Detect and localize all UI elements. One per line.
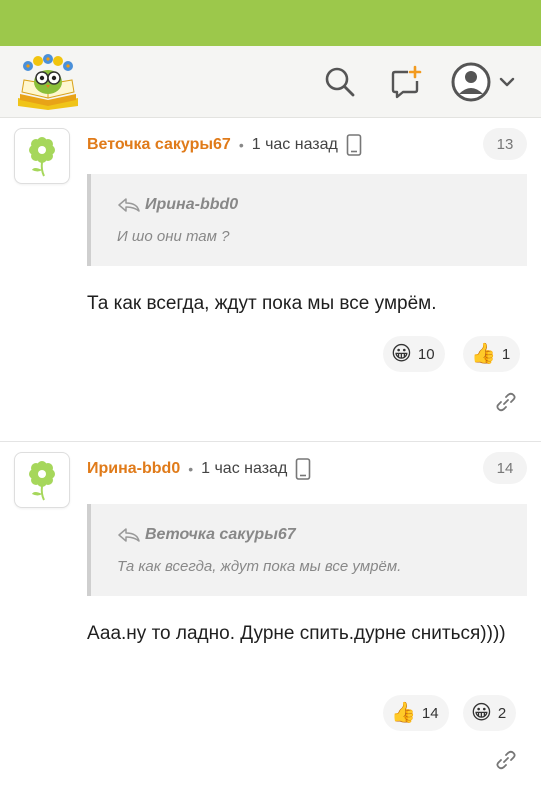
separator-dot: • — [188, 461, 194, 477]
smile-emoji-icon: 😀 — [391, 343, 412, 365]
flower-avatar-icon — [29, 461, 55, 501]
comment-time: 1 час назад — [201, 460, 288, 477]
quote-block: Ирина-bbd0 И шо они там ? — [87, 174, 527, 266]
comment-meta: Веточка сакуры67 • 1 час назад — [87, 132, 362, 158]
comment-time: 1 час назад — [251, 136, 338, 153]
link-icon[interactable] — [493, 389, 519, 415]
smile-emoji-icon: 😀 — [471, 702, 492, 724]
reaction-smile-button[interactable]: 😀 2 — [463, 695, 517, 731]
comment-text: Та как всегда, ждут пока мы все умрём. — [87, 293, 437, 314]
separator-dot: • — [238, 137, 244, 153]
flower-avatar-icon — [29, 137, 55, 177]
author-name[interactable]: Веточка сакуры67 — [87, 136, 231, 154]
comment: Ирина-bbd0 • 1 час назад 14 Веточка саку… — [0, 441, 541, 800]
quote-author[interactable]: Ирина-bbd0 — [117, 196, 238, 214]
reaction-count: 1 — [501, 345, 511, 363]
quote-block: Веточка сакуры67 Та как всегда, ждут пок… — [87, 504, 527, 596]
quote-author[interactable]: Веточка сакуры67 — [117, 526, 296, 544]
user-avatar-icon — [451, 62, 491, 102]
reply-arrow-icon — [118, 198, 140, 212]
reaction-count: 14 — [421, 704, 439, 722]
author-name[interactable]: Ирина-bbd0 — [87, 460, 180, 478]
top-status-bar — [0, 0, 541, 46]
search-icon[interactable] — [320, 62, 360, 102]
mobile-device-icon — [295, 458, 311, 480]
quote-author-name: Веточка сакуры67 — [145, 526, 296, 543]
reaction-like-button[interactable]: 👍 1 — [463, 336, 521, 372]
quote-text: И шо они там ? — [117, 228, 230, 245]
comment-meta: Ирина-bbd0 • 1 час назад — [87, 456, 311, 482]
comment-number[interactable]: 13 — [483, 128, 527, 160]
book-owl-logo-icon[interactable] — [14, 54, 82, 110]
reaction-smile-button[interactable]: 😀 10 — [383, 336, 445, 372]
mobile-device-icon — [346, 134, 362, 156]
reply-arrow-icon — [118, 528, 140, 542]
comment: Веточка сакуры67 • 1 час назад 13 Ирина-… — [0, 118, 541, 440]
site-header — [0, 46, 541, 118]
thumbs-up-icon: 👍 — [471, 343, 496, 365]
add-post-icon[interactable] — [386, 62, 426, 102]
thumbs-up-icon: 👍 — [391, 702, 416, 724]
user-menu-button[interactable] — [448, 62, 520, 102]
link-icon[interactable] — [493, 747, 519, 773]
avatar[interactable] — [14, 452, 70, 508]
quote-text: Та как всегда, ждут пока мы все умрём. — [117, 558, 402, 575]
avatar[interactable] — [14, 128, 70, 184]
reaction-count: 2 — [497, 704, 507, 722]
reaction-count: 10 — [417, 345, 435, 363]
reaction-like-button[interactable]: 👍 14 — [383, 695, 449, 731]
comment-text: Ааа.ну то ладно. Дурне спить.дурне снить… — [87, 623, 506, 644]
comment-number[interactable]: 14 — [483, 452, 527, 484]
chevron-down-icon — [499, 77, 515, 87]
quote-author-name: Ирина-bbd0 — [145, 196, 239, 213]
